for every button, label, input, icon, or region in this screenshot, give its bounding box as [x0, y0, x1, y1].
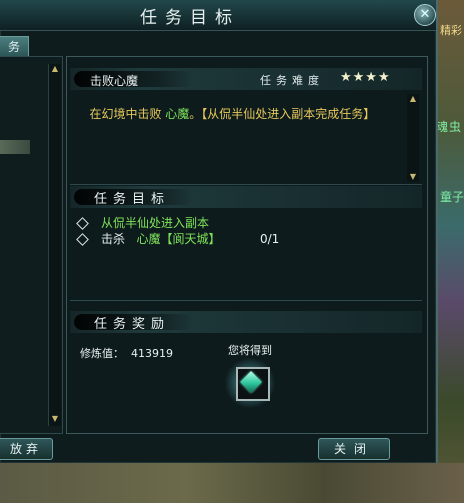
reward-xp: 修炼值： 413919: [80, 347, 173, 360]
game-background-bottom: [0, 463, 464, 503]
objective-progress: 0/1: [260, 232, 280, 246]
description-scrollbar[interactable]: ▲ ▼: [407, 94, 419, 182]
objectives-heading: 任务目标: [94, 192, 171, 207]
quest-target-highlight: 心魔: [165, 107, 190, 121]
rewards-heading: 任务奖励: [94, 317, 171, 332]
quest-list-scrollbar[interactable]: ▲ ▼: [48, 64, 61, 426]
difficulty-label: 任务难度: [260, 74, 324, 87]
close-icon[interactable]: ✕: [414, 4, 436, 26]
scroll-down-icon[interactable]: ▼: [408, 172, 418, 182]
reward-item-slot[interactable]: [224, 358, 276, 408]
abandon-button[interactable]: 放弃: [0, 438, 53, 460]
reward-xp-value: 413919: [131, 347, 173, 360]
difficulty-stars: ★★★★: [340, 70, 391, 85]
objective-item: 击杀 心魔【阆天城】: [76, 231, 220, 247]
diamond-bullet-icon: [76, 217, 89, 230]
quest-name: 击败心魔: [90, 74, 139, 88]
reward-receive-label: 您将得到: [228, 344, 272, 357]
objective-target[interactable]: 心魔【阆天城】: [136, 232, 220, 246]
quest-list-selected-item[interactable]: [0, 140, 30, 154]
quest-description: 在幻境中击败 心魔。【从侃半仙处进入副本完成任务】: [89, 107, 376, 121]
objective-item: 从侃半仙处进入副本: [76, 215, 209, 231]
gem-icon: [240, 371, 262, 393]
close-button[interactable]: 关闭: [318, 438, 390, 460]
scroll-up-icon[interactable]: ▲: [50, 64, 60, 74]
window-title: 任务目标: [140, 8, 240, 28]
scroll-down-icon[interactable]: ▼: [50, 414, 60, 424]
reward-item[interactable]: [236, 367, 270, 401]
npc-label: 魂虫: [436, 120, 463, 134]
tab-quest-list[interactable]: 务: [0, 36, 29, 58]
background-sign: 精彩: [440, 24, 462, 37]
rewards-header: 任务奖励: [70, 311, 422, 333]
game-background-right: 精彩 魂虫 童子: [436, 0, 464, 503]
npc-label: 童子: [440, 190, 464, 204]
title-bar[interactable]: 任务目标 ✕: [0, 0, 436, 31]
quest-window: 任务目标 ✕ 务 ▲ ▼ 放弃 击败心魔 任务难度 ★★★★ 在幻境中击败 心魔…: [0, 0, 438, 463]
scroll-up-icon[interactable]: ▲: [408, 94, 418, 104]
objectives-header: 任务目标: [70, 186, 422, 208]
diamond-bullet-icon: [76, 233, 89, 246]
